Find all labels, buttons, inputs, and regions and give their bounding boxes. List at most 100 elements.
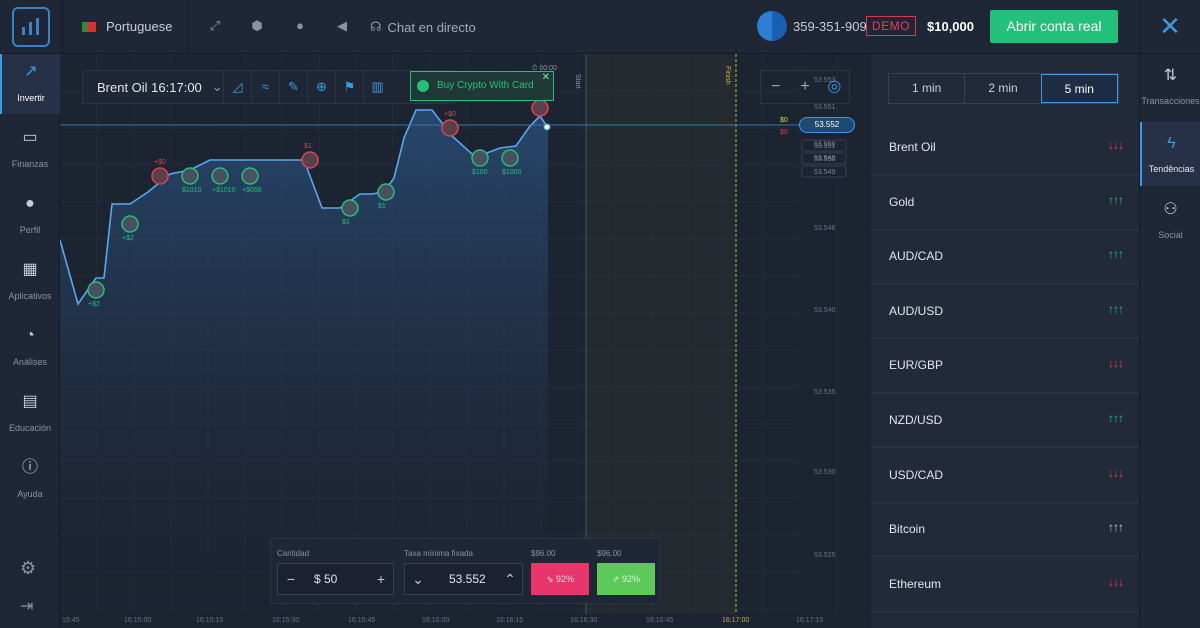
trade-amount-label: +$0 (444, 111, 456, 118)
nav-item-help[interactable]: ⓘ Ayuda (0, 450, 60, 510)
asset-label: Brent Oil 16:17:00 (97, 79, 202, 95)
chart-toolbar: Brent Oil 16:17:00 ⌄ ◿ ≈ ✎ ⊕ ⚑ ▥ (82, 70, 454, 104)
nav-item-analysis[interactable]: ◔ Análises (0, 318, 60, 378)
price-level-label: 53.551 (814, 143, 836, 150)
nav-label: Perfil (19, 225, 41, 235)
x-tick-label: 16:16:15 (496, 617, 523, 624)
sell-button[interactable]: ⇘ 92% (531, 563, 589, 595)
trader-avatar (377, 183, 395, 201)
draw-icon[interactable]: ✎ (279, 70, 307, 104)
sound-icon[interactable]: ◀ (334, 18, 350, 34)
account-id: 359-351-909 (793, 19, 867, 34)
trader-avatar (301, 151, 319, 169)
indicators-icon[interactable]: ≈ (251, 70, 279, 104)
nav-item-finance[interactable]: ▭ Finanzas (0, 120, 60, 180)
amount-label: Cantidad (277, 549, 310, 558)
expiration-zone (586, 54, 736, 614)
logo[interactable] (12, 7, 50, 47)
fullscreen-icon[interactable]: ⤢ (207, 18, 223, 34)
target-icon[interactable]: ◎ (820, 71, 849, 103)
user-icon: ● (25, 195, 35, 212)
y-tick-label: 53.546 (814, 225, 836, 232)
trade-panel: Cantidad − $ 50 + Taxa mínima fixada ⌄ 5… (270, 538, 660, 604)
nav-item-transactions[interactable]: ⇅ Transacciones (1140, 54, 1200, 118)
nav-item-trends[interactable]: ϟ Tendências (1140, 122, 1200, 186)
demo-badge[interactable]: DEMO (866, 16, 916, 36)
app-root: Portuguese ⤢ ⬢ ● ◀ ☊ Chat en directo 359… (0, 0, 1200, 628)
trade-amount-label: $1 (378, 203, 386, 210)
trader-avatar (121, 215, 139, 233)
decrease-amount-button[interactable]: − (278, 564, 304, 594)
trend-arrows-icon: ↓↓↓ (1108, 356, 1124, 371)
help-icon[interactable]: ● (292, 18, 308, 34)
open-real-account-button[interactable]: Abrir conta real (990, 10, 1118, 43)
trend-row[interactable]: AUD/CAD ↑↑↑ (871, 230, 1139, 285)
y-tick-label: 53.551 (814, 104, 836, 111)
chevron-down-icon[interactable]: ⌄ (405, 564, 431, 594)
buy-crypto-promo[interactable]: Buy Crypto With Card ✕ (410, 71, 554, 101)
rate-input[interactable]: 53.552 (449, 564, 486, 594)
buy-button[interactable]: ⇗ 92% (597, 563, 655, 595)
signals-icon[interactable]: ⚑ (335, 70, 363, 104)
trade-amount-label: +$666 (242, 187, 262, 194)
amount-input[interactable]: $ 50 (314, 564, 337, 594)
zoom-out-button[interactable]: − (761, 71, 790, 103)
trend-row[interactable]: NZD/USD ↑↑↑ (871, 394, 1139, 448)
trend-row[interactable]: Brent Oil ↓↓↓ (871, 121, 1139, 175)
logout-icon[interactable]: ⇥ (20, 596, 33, 616)
trade-amount-label: $1 (342, 219, 350, 226)
chevron-up-icon[interactable]: ⌃ (497, 564, 523, 594)
trend-asset-name: AUD/CAD (889, 249, 944, 264)
nav-item-social[interactable]: ⚇ Social (1140, 188, 1200, 252)
trade-amount-label: +$1010 (212, 187, 236, 194)
tab-2-min[interactable]: 2 min (964, 74, 1040, 103)
close-icon[interactable]: ✕ (542, 64, 550, 92)
tab-1-min[interactable]: 1 min (889, 74, 964, 103)
trend-asset-name: Gold (889, 194, 915, 209)
trend-arrows-icon: ↑↑↑ (1108, 520, 1124, 535)
shield-icon[interactable]: ⬢ (249, 18, 265, 34)
trader-avatar (241, 167, 259, 185)
nav-item-profile[interactable]: ● Perfil (0, 186, 60, 246)
language-selector[interactable]: Portuguese (82, 19, 173, 34)
info-icon: ⓘ (21, 459, 38, 476)
tab-5-min[interactable]: 5 min (1040, 74, 1118, 103)
asset-select[interactable]: Brent Oil 16:17:00 ⌄ (83, 79, 223, 95)
promo-label: Buy Crypto With Card (437, 80, 534, 91)
headset-icon: ☊ (370, 19, 382, 34)
close-icon[interactable]: ✕ (1158, 12, 1182, 40)
trend-row[interactable]: USD/CAD ↓↓↓ (871, 449, 1139, 503)
trader-avatar (471, 149, 489, 167)
divider (187, 0, 188, 54)
nav-item-education[interactable]: ▤ Educación (0, 384, 60, 444)
chart-type-icon[interactable]: ◿ (223, 70, 251, 104)
trend-row[interactable]: AUD/USD ↑↑↑ (871, 285, 1139, 339)
gear-icon[interactable]: ⚙ (20, 558, 36, 579)
nav-item-invest[interactable]: ↗ Invertir (0, 54, 60, 114)
trend-row[interactable]: Bitcoin ↑↑↑ (871, 503, 1139, 558)
rate-stepper: ⌄ 53.552 ⌃ (404, 563, 523, 595)
trend-row[interactable]: Gold ↑↑↑ (871, 176, 1139, 230)
y-tick-label: 53.540 (814, 307, 836, 314)
trend-row[interactable]: EUR/GBP ↓↓↓ (871, 339, 1139, 394)
current-price-dot (543, 123, 551, 131)
trend-row[interactable]: Ethereum ↓↓↓ (871, 558, 1139, 612)
nav-label: Social (1158, 230, 1183, 240)
x-tick-label: 16:15:30 (272, 617, 299, 624)
zoom-in-button[interactable]: + (790, 71, 819, 103)
trend-asset-name: EUR/GBP (889, 358, 944, 373)
x-tick-label: 16:17:15 (796, 617, 823, 624)
increase-amount-button[interactable]: + (368, 564, 394, 594)
balance[interactable]: $10,000 (927, 19, 974, 34)
layout-icon[interactable]: ▥ (363, 70, 391, 104)
crosshair-icon[interactable]: ⊕ (307, 70, 335, 104)
down-percent: 92% (556, 574, 575, 584)
trend-arrows-icon: ↓↓↓ (1108, 574, 1124, 589)
trade-amount-label: $100 (472, 169, 488, 176)
live-chat-button[interactable]: ☊ Chat en directo (370, 19, 476, 35)
chart-area[interactable]: Start Finish ⏱ 00:00 +$2 +$2 $1010 +$1010 +$666… (60, 54, 870, 628)
avatar[interactable] (757, 11, 787, 41)
nav-item-apps[interactable]: ▦ Aplicativos (0, 252, 60, 312)
trader-avatar (211, 167, 229, 185)
price-level-label: 53.549 (814, 169, 836, 176)
